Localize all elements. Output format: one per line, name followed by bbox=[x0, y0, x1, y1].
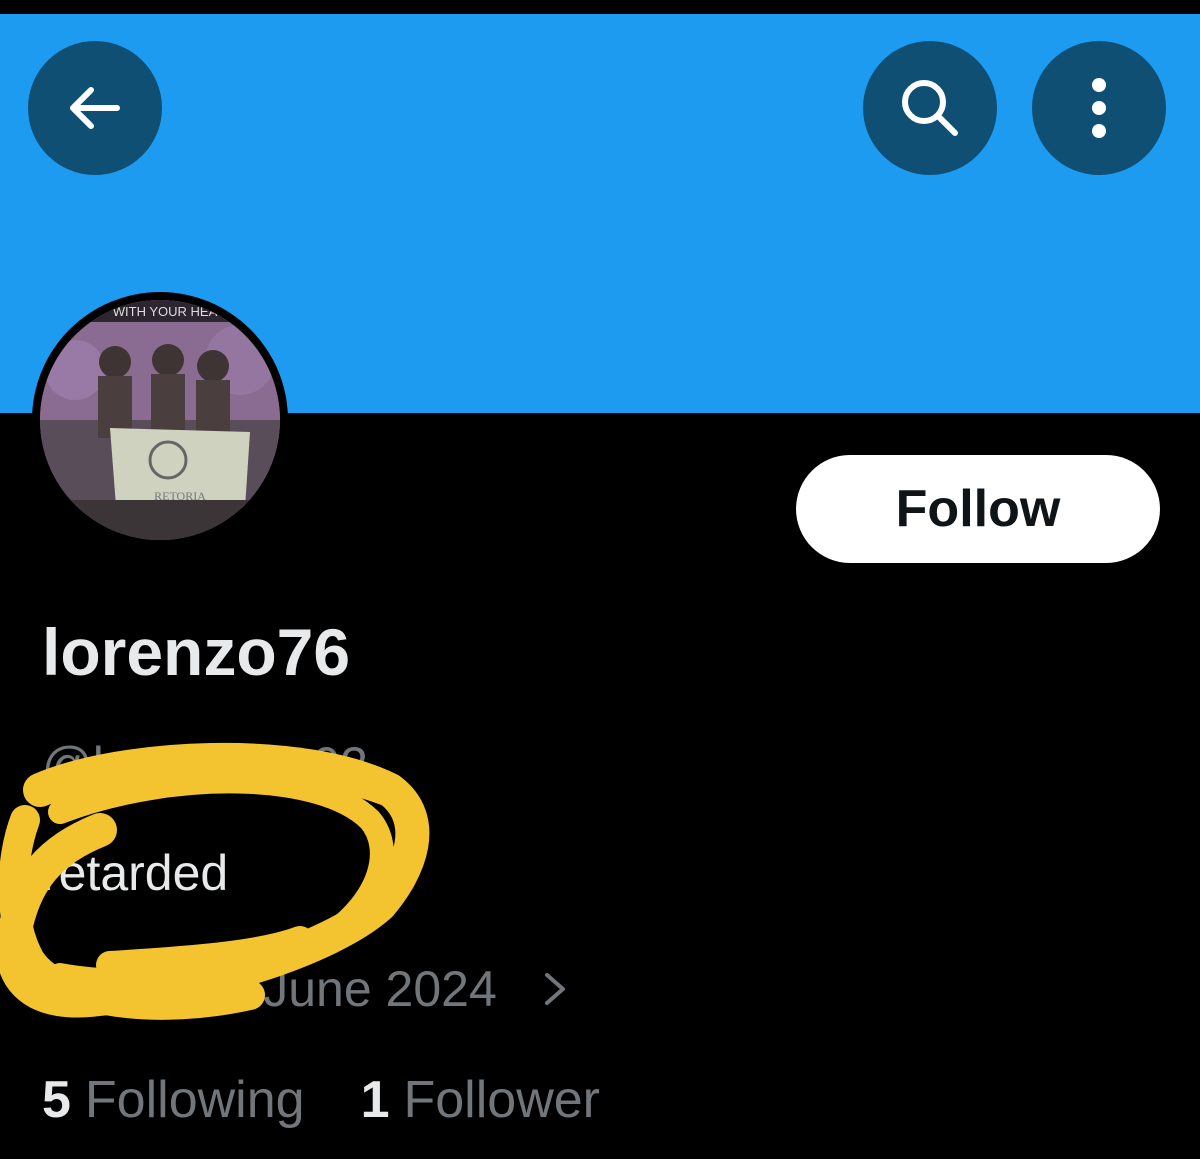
followers-label: Follower bbox=[403, 1071, 601, 1129]
follow-button-label: Follow bbox=[895, 480, 1061, 538]
username-handle: @lorenzo0102 bbox=[42, 737, 368, 793]
more-options-button[interactable] bbox=[1032, 41, 1166, 175]
follow-stats: 5 Following 1 Follower bbox=[42, 1068, 600, 1132]
display-name: lorenzo76 bbox=[42, 615, 351, 689]
search-button[interactable] bbox=[863, 41, 997, 175]
followers-link[interactable]: 1 Follower bbox=[361, 1068, 600, 1132]
calendar-icon bbox=[44, 973, 84, 1009]
search-icon bbox=[902, 80, 958, 136]
follow-button[interactable]: Follow bbox=[796, 455, 1160, 563]
status-bar-strip bbox=[0, 0, 1200, 14]
joined-date-row[interactable]: Joined June 2024 bbox=[42, 958, 575, 1020]
following-label: Following bbox=[84, 1071, 305, 1129]
following-count: 5 bbox=[42, 1071, 71, 1129]
avatar-image: WITH YOUR HEA RETORIA bbox=[40, 300, 280, 540]
followers-count: 1 bbox=[360, 1071, 390, 1129]
joined-date-text: Joined June 2024 bbox=[102, 961, 497, 1017]
arrow-left-icon bbox=[70, 87, 120, 129]
profile-page: WITH YOUR HEA RETORIA Follow lorenzo76 @… bbox=[0, 0, 1200, 1159]
following-link[interactable]: 5 Following bbox=[42, 1068, 305, 1132]
avatar[interactable]: WITH YOUR HEA RETORIA bbox=[40, 300, 280, 540]
chevron-right-icon bbox=[544, 973, 565, 1005]
more-vertical-icon bbox=[1092, 78, 1106, 138]
back-button[interactable] bbox=[28, 41, 162, 175]
bio-text: retarded bbox=[42, 845, 229, 901]
